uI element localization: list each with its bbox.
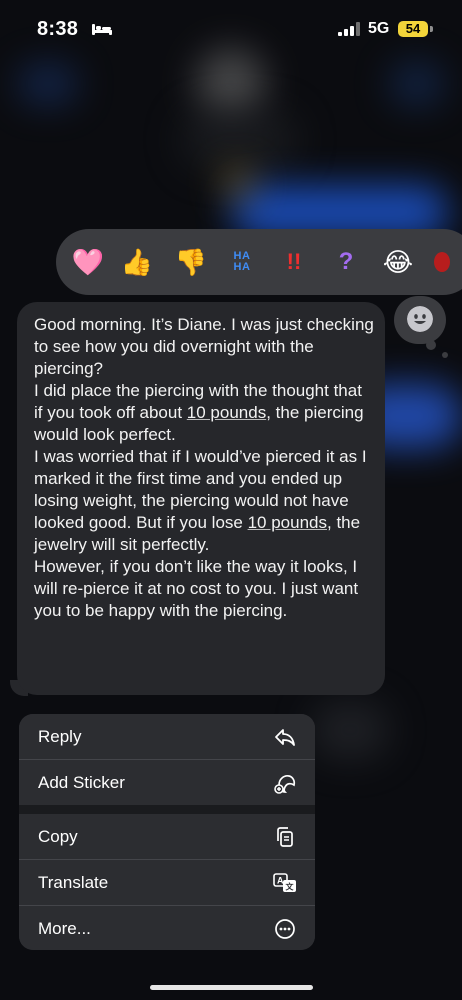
more-label: More... bbox=[38, 919, 91, 938]
svg-text:文: 文 bbox=[286, 882, 295, 892]
haha-text: HA HA bbox=[233, 250, 251, 273]
data-detector-link[interactable]: 10 pounds bbox=[248, 513, 327, 532]
haha-reaction-icon[interactable]: HA HA bbox=[222, 229, 262, 295]
sleep-focus-icon bbox=[92, 24, 112, 35]
svg-text:A: A bbox=[277, 876, 284, 886]
message-paragraph: I did place the piercing with the though… bbox=[34, 381, 364, 444]
more-reactions-partial-icon[interactable] bbox=[434, 229, 454, 295]
cellular-signal-icon bbox=[338, 22, 360, 36]
exclamation-reaction-icon[interactable]: !! bbox=[274, 229, 314, 295]
add-sticker-label: Add Sticker bbox=[38, 773, 125, 792]
status-bar: 8:38 5G 54 bbox=[0, 0, 462, 58]
menu-item-more[interactable]: More... bbox=[19, 906, 315, 950]
message-paragraph: Good morning. It’s Diane. I was just che… bbox=[34, 315, 374, 378]
menu-section-gap bbox=[19, 805, 315, 814]
network-type: 5G bbox=[368, 20, 390, 37]
thumbs-up-reaction-icon[interactable]: 👍 bbox=[117, 229, 157, 295]
context-menu: Reply Add Sticker Copy Translate A 文 Mor… bbox=[19, 714, 315, 950]
smiley-face-icon bbox=[407, 306, 433, 332]
menu-item-reply[interactable]: Reply bbox=[19, 714, 315, 759]
battery-tip bbox=[430, 26, 433, 32]
reaction-bar: 🩷 👍 👎 HA HA !! ? 😂 bbox=[56, 229, 462, 295]
translate-label: Translate bbox=[38, 873, 109, 892]
add-sticker-icon bbox=[274, 775, 296, 794]
menu-item-translate[interactable]: Translate A 文 bbox=[19, 860, 315, 905]
reply-label: Reply bbox=[38, 727, 82, 746]
question-reaction-icon[interactable]: ? bbox=[326, 229, 366, 295]
menu-item-copy[interactable]: Copy bbox=[19, 814, 315, 859]
thumbs-down-reaction-icon[interactable]: 👎 bbox=[171, 229, 211, 295]
heart-reaction-icon[interactable]: 🩷 bbox=[68, 229, 108, 295]
copy-label: Copy bbox=[38, 827, 78, 846]
data-detector-link[interactable]: 10 pounds bbox=[187, 403, 266, 422]
battery-icon: 54 bbox=[398, 21, 428, 37]
message-paragraph: However, if you don’t like the way it lo… bbox=[34, 557, 359, 620]
message-text: Good morning. It’s Diane. I was just che… bbox=[34, 314, 374, 622]
exclamation-text: !! bbox=[286, 249, 302, 274]
status-time: 8:38 bbox=[37, 18, 79, 40]
message-paragraph: I was worried that if I would’ve pierced… bbox=[34, 447, 367, 554]
copy-icon bbox=[277, 827, 293, 847]
laughing-reaction-icon[interactable]: 😂 bbox=[378, 229, 418, 295]
question-text: ? bbox=[338, 248, 354, 275]
sticker-bubble-dot bbox=[442, 352, 448, 358]
home-indicator[interactable] bbox=[150, 985, 313, 990]
menu-item-add-sticker[interactable]: Add Sticker bbox=[19, 760, 315, 805]
reply-arrow-icon bbox=[275, 729, 295, 746]
more-ellipsis-icon bbox=[275, 919, 295, 939]
translate-icon: A 文 bbox=[273, 873, 296, 892]
